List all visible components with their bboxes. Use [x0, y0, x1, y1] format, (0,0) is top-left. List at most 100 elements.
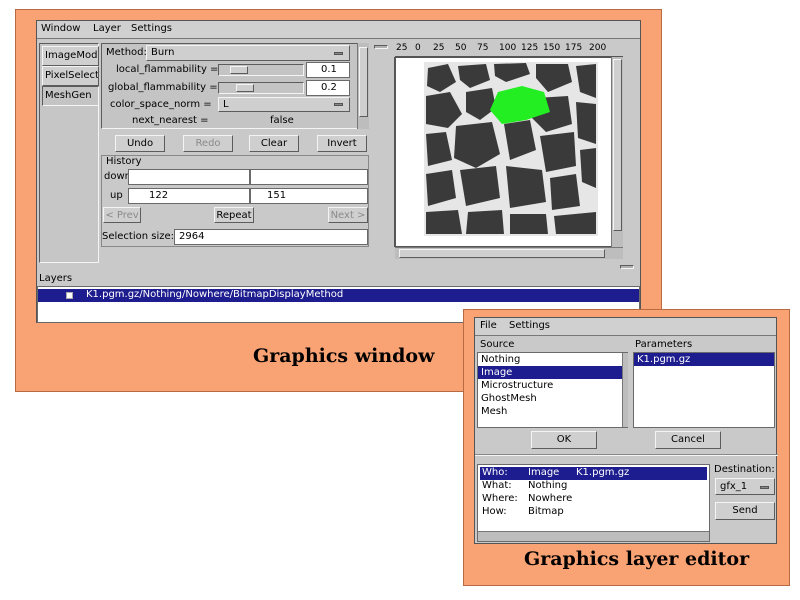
horizontal-ruler: 25 0 25 50 75 100 125 150 175 200: [395, 43, 623, 57]
summary-extra: K1.pgm.gz: [576, 467, 630, 478]
local-flammability-field[interactable]: 0.1: [306, 62, 350, 78]
color-space-dropdown[interactable]: L: [218, 97, 350, 112]
parameter-item[interactable]: K1.pgm.gz: [634, 353, 774, 366]
ok-button[interactable]: OK: [531, 431, 597, 449]
ruler-tick: 200: [589, 43, 607, 53]
canvas-vscroll[interactable]: [611, 57, 623, 247]
source-item-microstructure[interactable]: Microstructure: [478, 379, 627, 392]
summary-value: Image: [528, 467, 560, 478]
source-item-ghostmesh[interactable]: GhostMesh: [478, 392, 627, 405]
canvas-hscroll[interactable]: [395, 247, 623, 259]
toolbox-imagemod[interactable]: ImageMod: [42, 46, 99, 66]
canvas-vscroll-thumb[interactable]: [613, 59, 622, 231]
destination-label: Destination:: [714, 464, 775, 475]
history-title: History: [106, 156, 142, 167]
global-flammability-label: global_flammability =: [108, 82, 218, 93]
local-flammability-thumb[interactable]: [230, 66, 248, 74]
history-next-button[interactable]: Next >: [328, 207, 368, 223]
menu-settings[interactable]: Settings: [509, 320, 550, 331]
send-button[interactable]: Send: [715, 502, 775, 520]
method-value: Burn: [151, 47, 175, 58]
source-title: Source: [480, 339, 515, 350]
summary-row-who[interactable]: Who: Image K1.pgm.gz: [480, 467, 707, 480]
summary-value: Bitmap: [528, 506, 564, 517]
summary-row-what[interactable]: What: Nothing: [480, 480, 707, 493]
color-space-label: color_space_norm =: [110, 99, 212, 110]
history-down-x[interactable]: [128, 169, 250, 185]
editor-menubar: File Settings: [475, 318, 776, 336]
history-down-y[interactable]: [250, 169, 368, 185]
source-item-mesh[interactable]: Mesh: [478, 405, 627, 418]
layer-visibility-checkbox[interactable]: [66, 292, 73, 299]
microstructure-image[interactable]: [396, 58, 624, 248]
layer-label: K1.pgm.gz/Nothing/Nowhere/BitmapDisplayM…: [86, 289, 344, 300]
history-up-label: up: [110, 190, 123, 201]
summary-key: How:: [482, 506, 507, 517]
summary-key: Where:: [482, 493, 518, 504]
destination-dropdown[interactable]: gfx_1: [715, 478, 775, 495]
ruler-tick: 125: [521, 43, 539, 53]
selection-size-field[interactable]: 2964: [174, 229, 368, 245]
method-params-pane: Method: Burn local_flammability = 0.1 gl…: [101, 43, 369, 129]
summary-row-where[interactable]: Where: Nowhere: [480, 493, 707, 506]
method-dropdown[interactable]: Burn: [146, 45, 350, 61]
color-space-value: L: [223, 99, 229, 110]
parameters-title: Parameters: [635, 339, 693, 350]
layer-row[interactable]: K1.pgm.gz/Nothing/Nowhere/BitmapDisplayM…: [38, 289, 639, 302]
ruler-tick: 75: [477, 43, 489, 53]
history-group: History down up 122 151 < Prev Repeat Ne…: [101, 155, 369, 247]
source-list: Nothing Image Microstructure GhostMesh M…: [477, 352, 628, 428]
ruler-tick: 150: [543, 43, 561, 53]
selection-size-label: Selection size:: [102, 231, 175, 242]
toolbox-meshgen[interactable]: MeshGen: [42, 86, 99, 106]
graphics-window: Window Layer Settings ImageMod PixelSele…: [36, 20, 641, 323]
history-prev-button[interactable]: < Prev: [103, 207, 141, 223]
params-scroll-thumb[interactable]: [359, 47, 368, 117]
layer-editor-window: File Settings Source Nothing Image Micro…: [474, 317, 778, 544]
summary-key: What:: [482, 480, 512, 491]
graphics-menubar: Window Layer Settings: [37, 21, 640, 39]
summary-row-how[interactable]: How: Bitmap: [480, 506, 707, 519]
history-up-x[interactable]: 122: [128, 188, 250, 204]
layers-sash[interactable]: [620, 265, 634, 269]
ruler-tick: 100: [499, 43, 517, 53]
history-repeat-button[interactable]: Repeat: [214, 207, 254, 223]
canvas-hscroll-thumb[interactable]: [399, 249, 605, 258]
undo-button[interactable]: Undo: [115, 135, 165, 152]
global-flammability-slider[interactable]: [218, 82, 304, 94]
invert-button[interactable]: Invert: [317, 135, 367, 152]
history-up-y[interactable]: 151: [250, 188, 368, 204]
layer-editor-frame: File Settings Source Nothing Image Micro…: [463, 309, 790, 586]
global-flammability-field[interactable]: 0.2: [306, 80, 350, 96]
menu-file[interactable]: File: [480, 320, 497, 331]
local-flammability-slider[interactable]: [218, 64, 304, 76]
ruler-tick: 25: [433, 43, 445, 53]
redo-button[interactable]: Redo: [183, 135, 233, 152]
ruler-tick: 50: [455, 43, 467, 53]
source-scrollbar[interactable]: [622, 353, 628, 427]
ruler-tick: 0: [415, 43, 421, 53]
summary-hscroll[interactable]: [478, 531, 709, 541]
cancel-button[interactable]: Cancel: [655, 431, 721, 449]
canvas-area: 25 0 25 50 75 100 125 150 175 200: [381, 43, 623, 263]
params-scrollbar[interactable]: [357, 43, 369, 129]
source-item-nothing[interactable]: Nothing: [478, 353, 627, 366]
global-flammability-thumb[interactable]: [236, 84, 254, 92]
ruler-tick: 175: [565, 43, 583, 53]
menu-settings[interactable]: Settings: [131, 23, 172, 34]
next-nearest-value[interactable]: false: [270, 115, 294, 126]
ruler-tick: 25: [396, 43, 408, 53]
image-canvas[interactable]: [395, 57, 623, 247]
source-item-image[interactable]: Image: [478, 366, 627, 379]
graphics-window-caption: Graphics window: [253, 345, 435, 367]
toolbox-pixelselect[interactable]: PixelSelect: [42, 66, 99, 86]
clear-button[interactable]: Clear: [249, 135, 299, 152]
history-down-label: down: [104, 171, 131, 182]
destination-value: gfx_1: [720, 481, 748, 492]
menu-layer[interactable]: Layer: [93, 23, 121, 34]
toolbox-list: ImageMod PixelSelect MeshGen: [39, 43, 99, 263]
next-nearest-label: next_nearest =: [132, 115, 209, 126]
menu-window[interactable]: Window: [41, 23, 80, 34]
local-flammability-label: local_flammability =: [116, 64, 219, 75]
method-label: Method:: [106, 47, 147, 58]
